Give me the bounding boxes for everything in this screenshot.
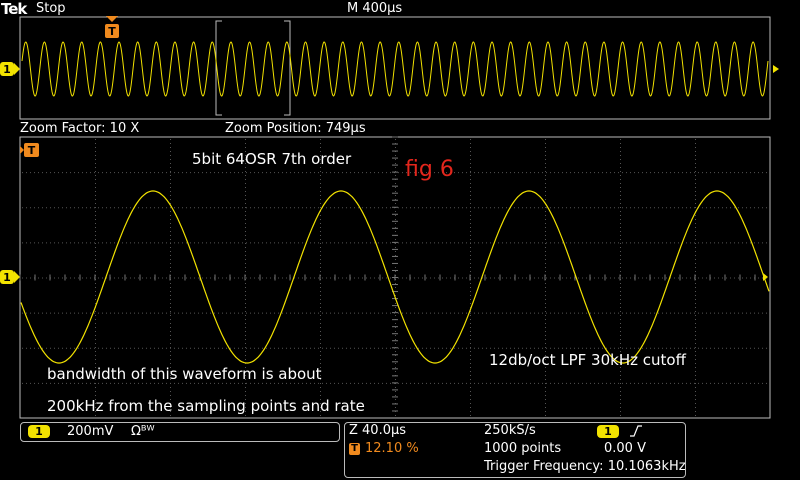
overview-waveform-panel: T 1 bbox=[0, 16, 779, 120]
channel1-readout-panel[interactable]: 1 200mV Ωᴮᵂ bbox=[20, 422, 340, 442]
trigger-position-percent: 12.10 % bbox=[365, 441, 419, 456]
trigger-source-badge: 1 bbox=[597, 425, 619, 438]
sample-rate: 250kS/s bbox=[484, 423, 536, 438]
timebase-trigger-panel[interactable]: Z 40.0µs T 12.10 % 250kS/s 1000 points 1… bbox=[344, 422, 686, 478]
channel1-coupling: Ωᴮᵂ bbox=[131, 424, 155, 439]
annotation-filter: 12db/oct LPF 30kHz cutoff bbox=[489, 351, 686, 369]
annotation-figure-label: fig 6 bbox=[405, 157, 454, 182]
zoom-time-scale: Z 40.0µs bbox=[349, 423, 407, 438]
trigger-frequency: Trigger Frequency: 10.1063kHz bbox=[484, 459, 686, 474]
trigger-position-icon: T bbox=[349, 443, 360, 455]
annotation-config: 5bit 64OSR 7th order bbox=[192, 150, 352, 168]
overview-offscreen-indicator bbox=[773, 65, 779, 73]
svg-text:T: T bbox=[28, 144, 36, 157]
rising-edge-icon bbox=[630, 425, 642, 437]
channel1-scale: 200mV bbox=[67, 424, 114, 439]
svg-text:T: T bbox=[108, 25, 116, 38]
channel1-ground-marker-zoom[interactable]: 1 bbox=[0, 270, 20, 284]
channel1-ground-marker-overview[interactable]: 1 bbox=[0, 62, 20, 76]
channel1-badge: 1 bbox=[28, 425, 50, 438]
annotation-bandwidth-1: bandwidth of this waveform is about bbox=[47, 365, 322, 383]
record-length: 1000 points bbox=[484, 441, 562, 456]
svg-text:1: 1 bbox=[3, 63, 11, 76]
annotation-bandwidth-2: 200kHz from the sampling points and rate bbox=[47, 397, 365, 415]
trigger-level: 0.00 V bbox=[604, 441, 646, 456]
overview-frame bbox=[19, 16, 771, 120]
svg-text:1: 1 bbox=[3, 271, 11, 284]
